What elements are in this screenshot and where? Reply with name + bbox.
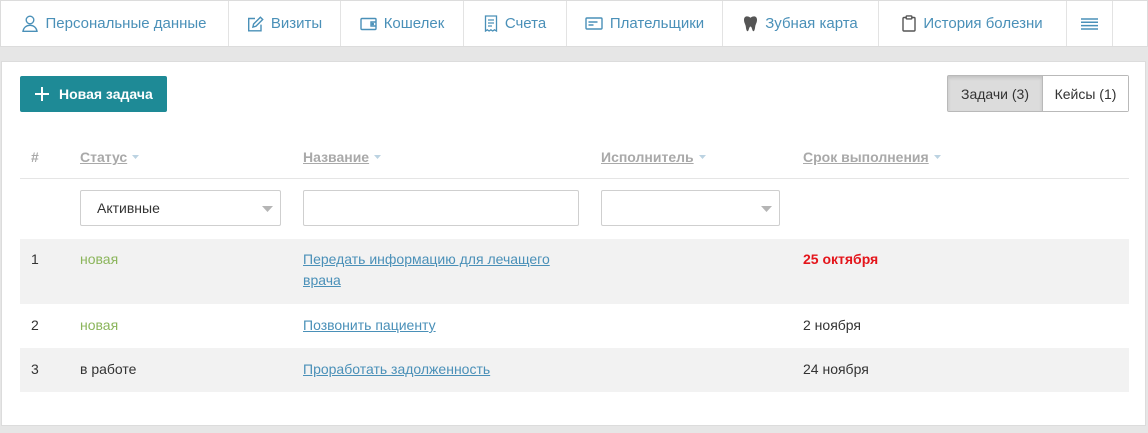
column-header-label: Статус	[80, 149, 128, 165]
sort-caret-icon	[933, 155, 941, 159]
patient-tabbar: Персональные данные Визиты Кошелек Счета…	[0, 0, 1148, 47]
table-row: 2 новая Позвонить пациенту 2 ноября	[20, 304, 1129, 348]
row-title-line: врача	[303, 272, 341, 288]
tooth-icon	[744, 16, 758, 32]
sort-caret-icon	[132, 155, 140, 159]
tab-label: Плательщики	[609, 15, 705, 32]
status-filter-select[interactable]: Активные	[80, 190, 281, 226]
column-header-assignee[interactable]: Исполнитель	[601, 149, 706, 165]
row-due-date: 25 октября	[803, 251, 879, 267]
table-row: 3 в работе Проработать задолженность 24 …	[20, 348, 1129, 392]
tab-label: Зубная карта	[765, 15, 858, 32]
column-header-label: Название	[303, 149, 370, 165]
column-header-status[interactable]: Статус	[80, 149, 140, 165]
tab-personal-data[interactable]: Персональные данные	[1, 1, 229, 46]
tab-label: Визиты	[270, 15, 323, 32]
row-number: 2	[31, 317, 39, 333]
status-filter-value: Активные	[97, 200, 160, 216]
row-due-date: 2 ноября	[803, 317, 862, 333]
assignee-filter-select[interactable]	[601, 190, 780, 226]
card-icon	[585, 17, 603, 30]
table-row: 1 новая Передать информацию для лечащего…	[20, 239, 1129, 304]
column-header-number: #	[31, 149, 39, 165]
tab-dental-chart[interactable]: Зубная карта	[723, 1, 879, 46]
row-title-link[interactable]: Передать информацию для лечащего врача	[303, 249, 550, 291]
row-status: новая	[80, 251, 119, 267]
cases-segment-button[interactable]: Кейсы (1)	[1043, 76, 1128, 111]
tab-visits[interactable]: Визиты	[229, 1, 341, 46]
row-title-link[interactable]: Позвонить пациенту	[303, 315, 436, 336]
tab-invoices[interactable]: Счета	[464, 1, 567, 46]
row-title-link[interactable]: Проработать задолженность	[303, 359, 490, 380]
tasks-panel: Новая задача Задачи (3) Кейсы (1) # Стат…	[1, 61, 1146, 426]
tab-label: Кошелек	[383, 15, 445, 32]
row-title-line: Передать информацию для лечащего	[303, 251, 550, 267]
menu-icon	[1081, 17, 1098, 30]
column-header-label: Срок выполнения	[803, 149, 929, 165]
tab-label: История болезни	[923, 15, 1043, 32]
dropdown-arrow-icon	[761, 206, 772, 212]
tab-label: Персональные данные	[45, 15, 207, 32]
row-status: новая	[80, 317, 119, 333]
header-divider	[20, 178, 1129, 179]
person-icon	[22, 15, 39, 32]
sort-caret-icon	[698, 155, 706, 159]
row-status: в работе	[80, 361, 137, 377]
clipboard-icon	[902, 15, 917, 32]
title-filter-input[interactable]	[303, 190, 579, 226]
row-due-date: 24 ноября	[803, 361, 869, 377]
receipt-icon	[484, 15, 497, 32]
tasks-segment-button[interactable]: Задачи (3)	[948, 76, 1043, 111]
row-number: 1	[31, 251, 39, 267]
row-number: 3	[31, 361, 39, 377]
tab-wallet[interactable]: Кошелек	[341, 1, 464, 46]
tab-label: Счета	[504, 15, 547, 32]
tab-medical-history[interactable]: История болезни	[879, 1, 1067, 46]
edit-icon	[247, 15, 264, 31]
plus-icon	[35, 87, 49, 101]
new-task-label: Новая задача	[59, 86, 153, 102]
sort-caret-icon	[374, 155, 382, 159]
dropdown-arrow-icon	[262, 206, 273, 212]
column-header-due-date[interactable]: Срок выполнения	[803, 149, 941, 165]
wallet-icon	[359, 17, 377, 30]
new-task-button[interactable]: Новая задача	[20, 76, 167, 112]
tab-payers[interactable]: Плательщики	[567, 1, 723, 46]
view-switcher: Задачи (3) Кейсы (1)	[947, 75, 1129, 112]
tab-more-menu[interactable]	[1067, 1, 1113, 46]
column-header-label: Исполнитель	[601, 149, 694, 165]
column-header-title[interactable]: Название	[303, 149, 382, 165]
